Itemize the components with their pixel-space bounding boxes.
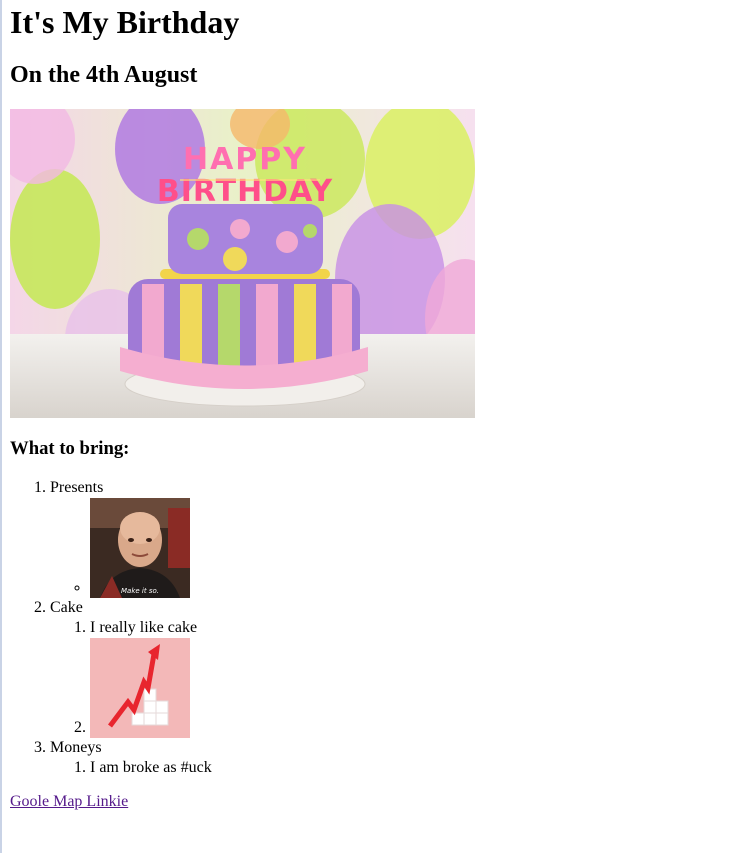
list-item-moneys: Moneys I am broke as #uck bbox=[50, 738, 710, 778]
svg-text:HAPPY: HAPPY bbox=[183, 142, 307, 177]
moneys-sublist: I am broke as #uck bbox=[50, 758, 710, 778]
picard-make-it-so-image: Make it so. bbox=[90, 498, 190, 598]
presents-sublist: Make it so. bbox=[50, 498, 710, 598]
window-left-border bbox=[0, 0, 2, 853]
list-item: I really like cake bbox=[90, 618, 710, 638]
list-item-label: Moneys bbox=[50, 739, 102, 756]
bring-list: Presents bbox=[10, 478, 710, 778]
list-item: I am broke as #uck bbox=[90, 758, 710, 778]
list-item-label: Cake bbox=[50, 599, 83, 616]
birthday-cake-image: HAPPY BIRTHDAY bbox=[10, 109, 475, 418]
page-title: It's My Birthday bbox=[10, 4, 240, 40]
list-item-text: I am broke as #uck bbox=[90, 759, 212, 776]
bring-heading: What to bring: bbox=[10, 438, 130, 459]
sugar-cube-chart-image bbox=[90, 638, 190, 738]
list-item-label: Presents bbox=[50, 479, 104, 496]
list-item-presents: Presents bbox=[50, 478, 710, 598]
cake-sublist: I really like cake bbox=[50, 618, 710, 738]
make-it-so-caption: Make it so. bbox=[121, 587, 159, 595]
page-subtitle: On the 4th August bbox=[10, 62, 198, 88]
list-item: Make it so. bbox=[90, 498, 710, 598]
bring-ordered-list: Presents bbox=[10, 478, 710, 778]
list-item-cake: Cake I really like cake bbox=[50, 598, 710, 738]
list-item-text: I really like cake bbox=[90, 619, 198, 636]
list-item bbox=[90, 638, 710, 738]
google-map-link[interactable]: Goole Map Linkie bbox=[10, 792, 128, 812]
